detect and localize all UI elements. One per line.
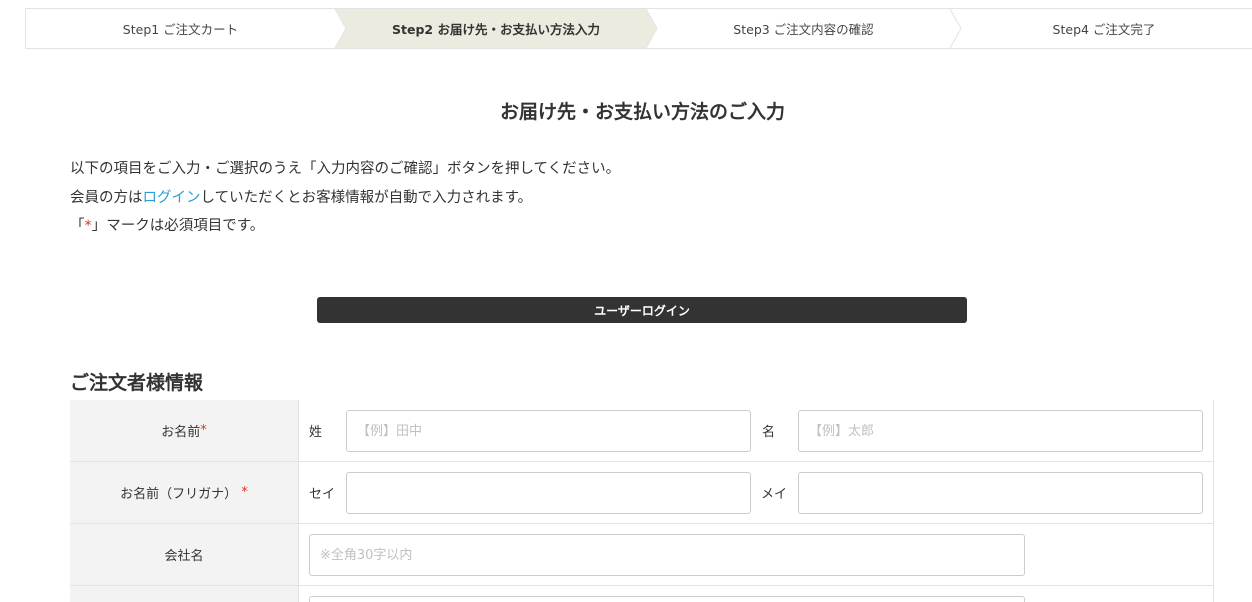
required-mark: * (200, 423, 207, 438)
next-label-cell (70, 586, 299, 602)
last-name-kana-input[interactable] (346, 472, 751, 514)
intro-line-1: 以下の項目をご入力・ご選択のうえ「入力内容のご確認」ボタンを押してください。 (70, 161, 621, 177)
next-row (70, 586, 1213, 602)
page-title: お届け先・お支払い方法のご入力 (499, 101, 785, 123)
step-1-label: Step1 ご注文カート (122, 22, 239, 37)
step-3: Step3 ご注文内容の確認 (657, 9, 950, 48)
intro-line-2-post: していただくとお客様情報が自動で入力されます。 (200, 189, 533, 206)
company-row: 会社名 (70, 524, 1213, 586)
step-divider (949, 9, 962, 48)
step-4: Step4 ご注文完了 (961, 9, 1247, 48)
name-input-cell: 姓 名 (299, 400, 1213, 461)
company-label: 会社名 (164, 549, 204, 564)
company-input-cell (299, 524, 1213, 585)
name-row: お名前* 姓 名 (70, 400, 1213, 462)
kana-label: お名前（フリガナ） (120, 487, 238, 502)
orderer-info-form: お名前* 姓 名 お名前（フリガナ） * セイ メイ 会社名 (70, 400, 1214, 602)
orderer-info-title: ご注文者様情報 (70, 372, 204, 394)
kana-row: お名前（フリガナ） * セイ メイ (70, 462, 1213, 524)
intro-line-2-pre: 会員の方は (70, 189, 143, 206)
required-mark: * (241, 485, 248, 500)
company-name-input[interactable] (309, 534, 1025, 576)
kana-label-cell: お名前（フリガナ） * (70, 462, 299, 523)
last-kana-label: セイ (309, 487, 336, 502)
user-login-button[interactable]: ユーザーログイン (317, 297, 967, 323)
step-4-label: Step4 ご注文完了 (1052, 22, 1156, 37)
name-label-cell: お名前 * (70, 400, 299, 461)
kana-input-cell: セイ メイ (299, 462, 1213, 523)
intro-line-3-pre: 「 (70, 218, 85, 234)
checkout-steps: Step1 ご注文カート Step2 お届け先・お支払い方法入力 Step3 ご… (25, 8, 1252, 49)
intro-line-3-post: 」マークは必須項目です。 (91, 218, 265, 234)
first-kana-label: メイ (761, 487, 788, 502)
intro-line-3: 「*」マークは必須項目です。 (70, 212, 620, 241)
intro-text: 以下の項目をご入力・ご選択のうえ「入力内容のご確認」ボタンを押してください。 会… (70, 155, 620, 241)
first-name-label: 名 (762, 425, 776, 440)
next-input-cell (299, 586, 1213, 602)
step-2-current: Step2 お届け先・お支払い方法入力 (346, 9, 646, 48)
first-name-kana-input[interactable] (798, 472, 1203, 514)
step-2-label: Step2 お届け先・お支払い方法入力 (392, 22, 600, 37)
intro-line-2: 会員の方はログインしていただくとお客様情報が自動で入力されます。 (70, 184, 620, 213)
last-name-input[interactable] (346, 410, 751, 452)
company-label-cell: 会社名 (70, 524, 299, 585)
next-input[interactable] (309, 596, 1025, 602)
name-label: お名前 (161, 425, 201, 440)
last-name-label: 姓 (309, 425, 323, 440)
login-link[interactable]: ログイン (143, 190, 201, 206)
step-3-label: Step3 ご注文内容の確認 (733, 22, 874, 37)
step-1: Step1 ご注文カート (26, 9, 335, 48)
required-mark: * (84, 218, 92, 234)
first-name-input[interactable] (798, 410, 1203, 452)
